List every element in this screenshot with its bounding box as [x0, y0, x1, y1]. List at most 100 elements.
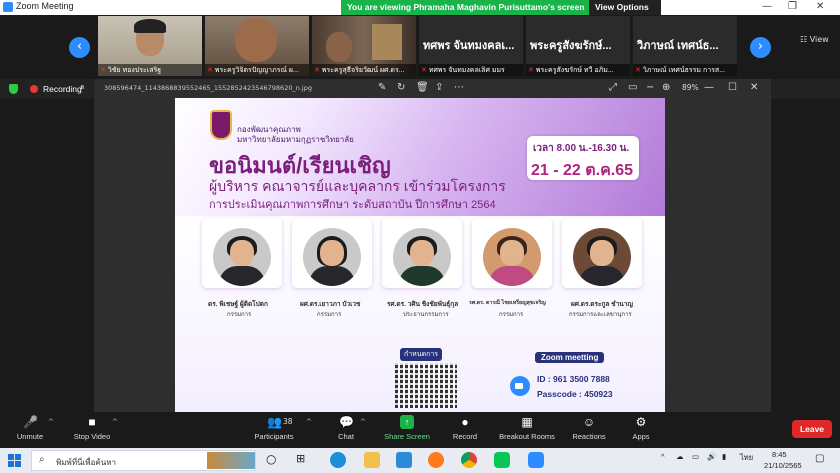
reactions-button[interactable]: ☺ Reactions	[570, 415, 608, 441]
video-options-chevron-icon[interactable]: ^	[112, 418, 118, 426]
chat-icon: 💬	[339, 415, 354, 429]
person-name: รศ.ดร. วศิน ชิงชัยพันธุ์กุล	[387, 301, 459, 308]
participant-tile[interactable]: พระครูสังฆรักษ์... ✕ พระครูสังฆรักษ์ ทวี …	[526, 16, 630, 76]
line-app-icon[interactable]	[494, 452, 510, 468]
muted-mic-icon: ✕	[207, 67, 213, 74]
apps-button[interactable]: ⚙ Apps	[628, 415, 654, 441]
poster-date: 21 - 22 ต.ค.65	[531, 162, 634, 179]
participant-tile[interactable]: ✕ พระครูสุธีจริยวัฒน์ ผศ.ดร...	[312, 16, 416, 76]
viewer-close-button[interactable]: ✕	[750, 82, 758, 93]
participant-tile[interactable]: ทศพร จันทมงคลเ... ✕ ทศพร จันทมงคลเลิศ มมร	[419, 16, 523, 76]
person-photo	[483, 228, 541, 286]
apps-label: Apps	[632, 432, 650, 441]
notifications-icon[interactable]: ▢	[815, 453, 824, 464]
minimize-button[interactable]: —	[762, 1, 772, 12]
tray-overflow-icon[interactable]: ^	[661, 452, 665, 461]
person-name: ดร. พิเชษฐ์ ผู้ติดโปตก	[208, 301, 268, 308]
chrome-icon[interactable]	[461, 452, 477, 468]
maximize-button[interactable]: ❐	[788, 1, 797, 12]
gallery-prev-button[interactable]: ‹	[69, 37, 90, 58]
search-placeholder: พิมพ์ที่นี่เพื่อค้นหา	[56, 458, 116, 467]
widgets-icon[interactable]: ⊞	[296, 452, 312, 468]
task-view-icon[interactable]: ○	[266, 452, 282, 468]
poster-university-name: มหาวิทยาลัยมหามกุฏราชวิทยาลัย	[237, 135, 354, 144]
recording-icon	[30, 85, 38, 93]
clock-time[interactable]: 8:45	[772, 450, 787, 459]
participants-count: 38	[283, 417, 293, 426]
network-icon[interactable]: ▭	[692, 452, 699, 461]
person-role: กรรมการ	[317, 312, 342, 318]
mail-icon[interactable]	[396, 452, 412, 468]
participants-icon: 👥	[267, 415, 282, 429]
battery-icon[interactable]: ▮	[722, 452, 726, 461]
delete-icon[interactable]: 🗑	[416, 82, 429, 93]
taskbar-search-box[interactable]: ⌕ พิมพ์ที่นี่เพื่อค้นหา	[31, 450, 256, 471]
person-role: กรรมการ	[499, 312, 524, 318]
volume-icon[interactable]: 🔊	[707, 452, 716, 461]
breakout-rooms-button[interactable]: ▦ Breakout Rooms	[495, 415, 559, 441]
fullscreen-icon[interactable]: ⤢	[609, 82, 617, 93]
security-shield-icon[interactable]	[9, 84, 18, 94]
participant-name: พระครูวิจิตรปัญญาภรณ์ ผ...	[214, 67, 299, 74]
qr-code-pattern	[395, 363, 457, 408]
zoom-camera-icon	[510, 376, 530, 396]
chat-button[interactable]: 💬 Chat	[333, 415, 359, 441]
muted-mic-icon: ✕	[314, 67, 320, 74]
language-indicator[interactable]: ไทย	[740, 452, 753, 464]
pause-recording-icon[interactable]: ⏸	[80, 83, 85, 93]
apps-icon: ⚙	[635, 415, 647, 429]
zoom-out-icon[interactable]: −	[646, 82, 654, 93]
recording-label[interactable]: Recording	[43, 84, 82, 94]
edge-browser-icon[interactable]	[330, 452, 346, 468]
person-photo	[213, 228, 271, 286]
windows-start-icon[interactable]	[8, 454, 21, 467]
edit-icon[interactable]: ✎	[378, 82, 386, 93]
zoom-app-icon[interactable]	[528, 452, 544, 468]
cloud-icon[interactable]: ☁	[676, 452, 684, 461]
event-poster-image: กองพัฒนาคุณภาพ มหาวิทยาลัยมหามกุฏราชวิทย…	[175, 98, 665, 412]
schedule-tag: กำหนดการ	[400, 348, 443, 361]
gallery-next-button[interactable]: ›	[750, 37, 771, 58]
slideshow-icon[interactable]: ▭	[628, 82, 637, 93]
search-icon: ⌕	[39, 454, 45, 465]
record-button[interactable]: ● Record	[450, 415, 480, 441]
person-photo	[393, 228, 451, 286]
more-icon[interactable]: ⋯	[454, 82, 464, 93]
participants-chevron-icon[interactable]: ^	[306, 418, 312, 426]
firefox-icon[interactable]	[428, 452, 444, 468]
view-button[interactable]: ☷ View	[800, 35, 829, 44]
chat-chevron-icon[interactable]: ^	[360, 418, 366, 426]
breakout-rooms-icon: ▦	[521, 415, 533, 429]
viewer-maximize-button[interactable]: ☐	[728, 82, 737, 93]
poster-time: เวลา 8.00 น.-16.30 น.	[533, 143, 630, 154]
participant-name: พระครูสังฆรักษ์ ทวี อภิม...	[535, 67, 614, 74]
view-options-button[interactable]: View Options ⌄	[589, 0, 661, 22]
zoom-in-icon[interactable]: ⊕	[662, 82, 670, 93]
unmute-button[interactable]: 🎤 Unmute	[14, 415, 46, 441]
rotate-icon[interactable]: ↻	[397, 82, 405, 93]
meeting-id: ID : 961 3500 7888	[537, 374, 610, 384]
file-explorer-icon[interactable]	[364, 452, 380, 468]
participant-tile[interactable]: วิภาษณ์ เทศน์ธ... ✕ วิภาษณ์ เทศน์ธรรม การ…	[633, 16, 737, 76]
participant-tile[interactable]: ✕ พระครูวิจิตรปัญญาภรณ์ ผ...	[205, 16, 309, 76]
share-screen-icon: ↑	[400, 415, 414, 429]
audio-options-chevron-icon[interactable]: ^	[48, 418, 54, 426]
participant-display-name: ทศพร จันทมงคลเ...	[423, 40, 515, 52]
share-screen-label: Share Screen	[384, 432, 430, 441]
viewing-banner: You are viewing Phramaha Maghavin Purisu…	[341, 0, 661, 22]
clock-date[interactable]: 21/10/2565	[764, 461, 802, 470]
person-role: กรรมการ	[227, 312, 252, 318]
chat-label: Chat	[338, 432, 354, 441]
participant-tile[interactable]: ✕ วิชัย ทองประเสริฐ	[98, 16, 202, 76]
leave-button[interactable]: Leave	[792, 420, 832, 438]
close-button[interactable]: ✕	[816, 1, 824, 12]
participants-label: Participants	[254, 432, 294, 441]
person-role: ประธานกรรมการ	[403, 312, 449, 318]
muted-mic-icon: ✕	[528, 67, 534, 74]
stop-video-button[interactable]: ■ Stop Video	[70, 415, 114, 441]
share-icon[interactable]: ⇪	[435, 82, 443, 93]
meeting-controls: 🎤 Unmute ^ ■ Stop Video ^ 👥 Participants…	[0, 412, 840, 448]
viewer-minimize-button[interactable]: —	[704, 82, 714, 93]
participant-name: ทศพร จันทมงคลเลิศ มมร	[428, 67, 505, 74]
share-screen-button[interactable]: ↑ Share Screen	[381, 415, 433, 441]
